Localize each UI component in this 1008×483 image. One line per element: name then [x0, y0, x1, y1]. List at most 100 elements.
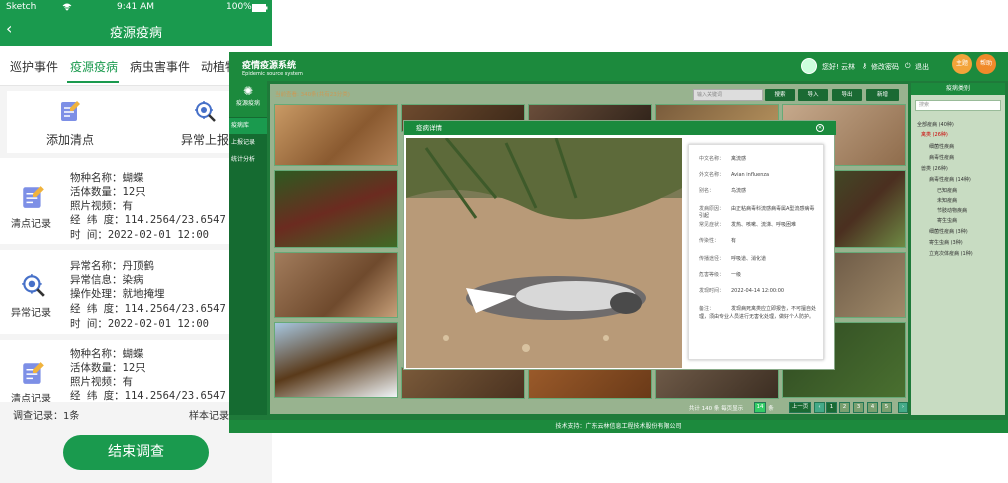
tree-item[interactable]: 寄生虫病 — [937, 217, 957, 224]
tree-item[interactable]: 细菌性疫病 (3种) — [929, 228, 968, 235]
animal-photo[interactable] — [655, 367, 779, 399]
record-line: 异常名称：丹顶鹤 — [70, 260, 154, 272]
page-3[interactable]: 3 — [853, 402, 864, 413]
app-header: 疫情疫源系统 Epidemic source system 您好! 云林 ⚷ 修… — [229, 52, 1008, 81]
tree-item[interactable]: 节肢动物疾病 — [937, 207, 967, 214]
add-count-button[interactable]: 添加清点 — [10, 91, 130, 153]
tree-item[interactable]: 已知疫病 — [937, 187, 957, 194]
record-line: 经 纬 度：114.2564/23.6547 — [70, 303, 226, 315]
search-input[interactable]: 输入关键词 — [693, 89, 763, 101]
tree-item[interactable]: 全部疫病 (40种) — [917, 121, 954, 128]
help-label: 帮助 — [979, 60, 992, 67]
tab-patrol[interactable]: 巡护事件 — [10, 58, 58, 75]
add-button[interactable]: 新增 — [866, 89, 899, 101]
page-1[interactable]: 1 — [826, 402, 837, 413]
sidebar-item-label: 统计分析 — [231, 156, 256, 163]
sample-records-link[interactable]: 样本记录 — [189, 407, 229, 422]
battery-level: 100% — [226, 2, 252, 12]
tree-item[interactable]: 未知疫病 — [937, 197, 957, 204]
category-header: 疫病类别 — [911, 83, 1005, 95]
info-key: 别名： — [699, 188, 715, 194]
chevron-right-icon[interactable]: › — [898, 402, 908, 413]
status-bar: Sketch 9:41 AM 100% — [0, 0, 272, 16]
import-button[interactable]: 导入 — [798, 89, 828, 101]
app-footer: 技术支持：广东云林信息工程技术股份有限公司 — [229, 420, 1008, 433]
app-subtitle: Epidemic source system — [242, 71, 303, 77]
sidebar-item-label: 上报记录 — [231, 139, 256, 146]
info-row: 发现时间： 2022-04-14 12:00:00 — [699, 287, 784, 294]
info-key: 发现时间： — [699, 288, 725, 294]
tree-item[interactable]: 寄生虫病 (3种) — [929, 239, 963, 246]
info-row: 备注： 发现病死禽类应立即报告，不可擅自处理，须由专业人员进行无害化处理，做好个人… — [699, 305, 817, 321]
info-row: 外文名称： Avian influenza — [699, 171, 769, 178]
app-title: 疫情疫源系统 — [242, 61, 297, 71]
info-value: 有 — [731, 238, 737, 244]
tree-item[interactable]: 病毒性疫病 — [929, 154, 954, 161]
sidebar-header: ✺ 疫源疫病 — [229, 81, 267, 117]
user-greeting: 您好! 云林 — [822, 63, 856, 71]
prev-page-button[interactable]: 上一页 — [789, 402, 811, 413]
export-button[interactable]: 导出 — [832, 89, 862, 101]
left-sidebar: ✺ 疫源疫病 疫病库 上报记录 统计分析 — [229, 81, 267, 415]
tree-item[interactable]: 病毒性疫病 (14种) — [929, 176, 971, 183]
animal-photo[interactable] — [274, 170, 398, 248]
record-line: 异常信息：染病 — [70, 274, 144, 286]
info-row: 常见症状： 发热、咳嗽、流涕、呼吸困难 — [699, 221, 796, 228]
avatar[interactable] — [801, 58, 817, 74]
disease-photo — [406, 138, 682, 368]
animal-photo[interactable] — [274, 322, 398, 398]
record-line: 照片视频：有 — [70, 376, 133, 388]
nav-bar: ‹ 疫源疫病 — [0, 16, 272, 46]
disease-detail-modal: 疫病详情 ✕ 中文名称： 禽流感 外文名称： Avian influenza 别… — [403, 120, 836, 370]
info-key: 传播途径： — [699, 256, 725, 262]
logout-link[interactable]: 退出 — [915, 62, 929, 72]
animal-photo[interactable] — [401, 367, 525, 399]
page-title: 疫源疫病 — [109, 26, 162, 41]
page-size-select[interactable]: 14 — [754, 402, 766, 413]
animal-photo[interactable] — [528, 367, 652, 399]
chevron-left-icon[interactable]: ‹ — [814, 402, 825, 413]
sidebar-item-stats[interactable]: 统计分析 — [229, 152, 267, 168]
page-4[interactable]: 4 — [867, 402, 878, 413]
record-line: 时 间：2022-02-01 12:00 — [70, 229, 209, 241]
info-key: 传染性： — [699, 238, 720, 244]
sidebar-item-library[interactable]: 疫病库 — [229, 118, 267, 134]
toolbar: 当前查看: 340条(共有23分类) 输入关键词 搜索 导入 导出 新增 — [270, 84, 908, 104]
page-5[interactable]: 5 — [881, 402, 892, 413]
close-icon[interactable]: ✕ — [816, 124, 824, 132]
tree-item[interactable]: 兽类 (26种) — [921, 165, 948, 172]
record-type: 清点记录 — [11, 219, 51, 230]
info-key: 危害等级： — [699, 272, 725, 278]
theme-button[interactable]: 主题 — [952, 54, 972, 74]
tab-epidemic[interactable]: 疫源疫病 — [70, 58, 118, 75]
tree-item[interactable]: 细菌性疾病 — [929, 143, 954, 150]
sidebar-item-label: 疫病库 — [231, 122, 250, 129]
record-line: 经 纬 度：114.2564/23.6547 — [70, 390, 226, 402]
virus-search-icon — [22, 274, 45, 297]
change-password-link[interactable]: 修改密码 — [871, 62, 899, 72]
tree-item[interactable]: 禽类 (26种) — [921, 131, 948, 138]
help-button[interactable]: 帮助 — [976, 54, 996, 74]
animal-photo[interactable] — [274, 104, 398, 166]
sidebar-item-reports[interactable]: 上报记录 — [229, 135, 267, 151]
page-2[interactable]: 2 — [839, 402, 850, 413]
virus-search-icon — [195, 101, 216, 122]
theme-label: 主题 — [955, 60, 968, 67]
tab-pest[interactable]: 病虫害事件 — [130, 58, 190, 75]
key-icon: ⚷ — [862, 62, 868, 70]
info-row: 传染性： 有 — [699, 237, 736, 244]
info-row: 传播途径： 呼吸道、消化道 — [699, 255, 766, 262]
info-row: 中文名称： 禽流感 — [699, 155, 746, 162]
survey-count: 调查记录：1条 — [13, 411, 80, 422]
search-button[interactable]: 搜索 — [765, 89, 795, 101]
category-panel: 疫病类别 搜索 全部疫病 (40种) 禽类 (26种) 细菌性疾病 病毒性疫病 … — [911, 83, 1005, 415]
animal-photo[interactable] — [274, 252, 398, 318]
desktop-app-screen: 疫情疫源系统 Epidemic source system 您好! 云林 ⚷ 修… — [229, 52, 1008, 433]
record-line: 时 间：2022-02-01 12:00 — [70, 318, 209, 330]
info-value: 呼吸道、消化道 — [731, 256, 767, 262]
category-search-input[interactable]: 搜索 — [915, 100, 1001, 111]
clipboard-edit-icon — [23, 362, 44, 384]
record-line: 物种名称：蝴蝶 — [70, 172, 144, 184]
end-survey-button[interactable]: 结束调查 — [63, 435, 209, 470]
tree-item[interactable]: 立克次体疫病 (1种) — [929, 250, 973, 257]
